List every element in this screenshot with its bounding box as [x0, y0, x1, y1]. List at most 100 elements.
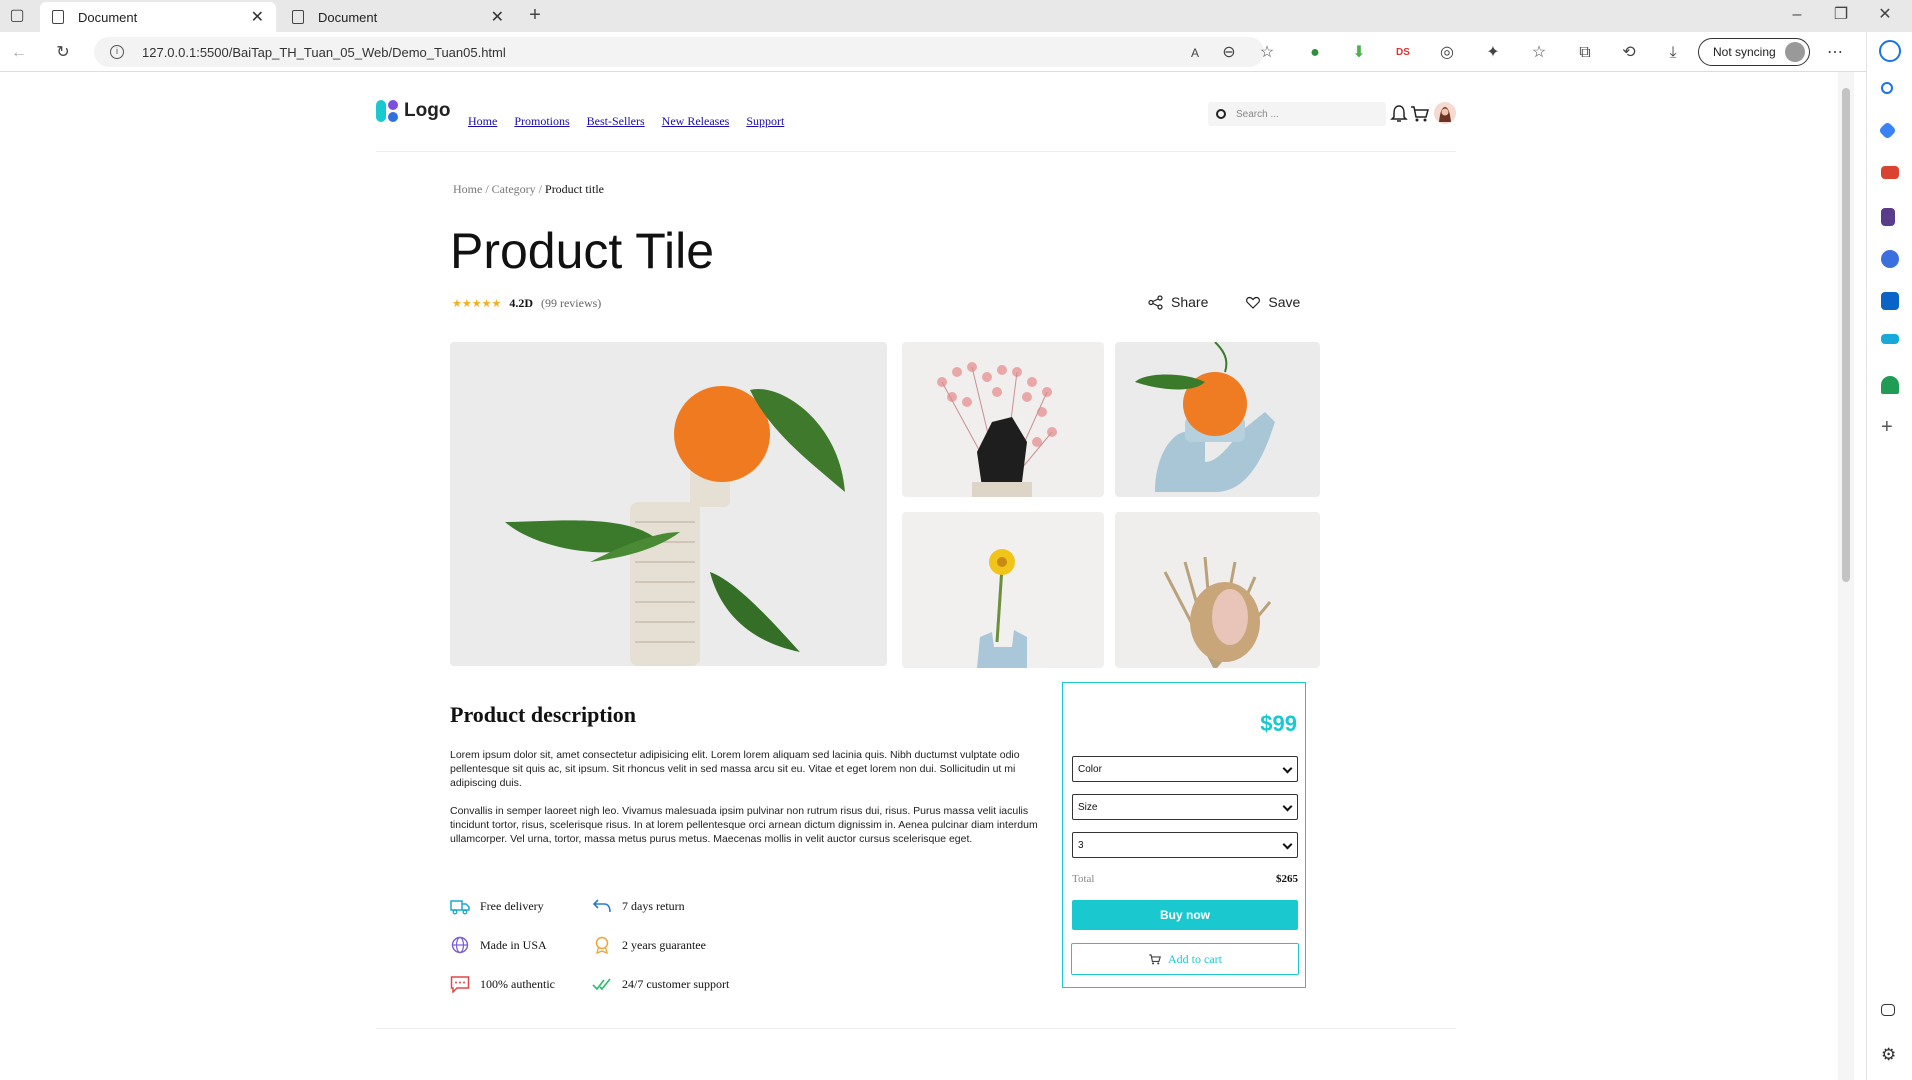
purchase-panel: $99 Color Size 3 Total $265 Buy now Add … [1062, 682, 1306, 988]
page-title: Product Tile [450, 223, 715, 279]
favorite-add-icon[interactable]: ☆ [1258, 44, 1276, 62]
edge-sidebar: + ⚙ [1866, 32, 1912, 1080]
breadcrumb-home[interactable]: Home [453, 182, 482, 196]
share-button[interactable]: Share [1148, 294, 1208, 310]
extensions-icon[interactable]: ✦ [1484, 44, 1502, 62]
feature-label: 7 days return [622, 898, 685, 913]
zoom-out-icon[interactable]: ⊖ [1220, 44, 1238, 62]
site-logo[interactable]: Logo [376, 100, 450, 122]
close-icon[interactable]: ✕ [491, 7, 504, 27]
share-label: Share [1171, 294, 1209, 310]
feature-label: 24/7 customer support [622, 976, 730, 991]
thumbnail-image-2[interactable] [1115, 342, 1320, 497]
main-nav: Home Promotions Best-Sellers New Release… [468, 114, 784, 129]
favorites-icon[interactable]: ☆ [1530, 44, 1548, 62]
tab-title: Document [78, 9, 138, 25]
browser-tab-2[interactable]: Document ✕ [280, 2, 516, 32]
sync-button[interactable]: Not syncing [1698, 38, 1810, 66]
reload-icon[interactable]: ↻ [54, 44, 72, 62]
thumbnail-image-3[interactable] [902, 512, 1104, 668]
search-icon [1216, 109, 1226, 119]
browser-toolbar: ← ↻ i 127.0.0.1:5500/BaiTap_TH_Tuan_05_W… [0, 32, 1912, 72]
bing-icon[interactable] [1879, 40, 1901, 62]
breadcrumb-current: Product title [545, 182, 605, 196]
browser-tab-1[interactable]: Document ✕ [40, 2, 276, 32]
settings-icon[interactable]: ⚙ [1881, 1046, 1899, 1064]
restore-icon[interactable]: ❐ [1832, 6, 1850, 24]
address-bar[interactable]: i 127.0.0.1:5500/BaiTap_TH_Tuan_05_Web/D… [94, 37, 1264, 67]
feature-item: Made in USA [450, 936, 547, 954]
chevron-down-icon [1282, 763, 1293, 774]
feature-label: Made in USA [480, 937, 547, 952]
web-page: Logo Home Promotions Best-Sellers New Re… [0, 72, 1838, 1080]
chat-icon [450, 976, 470, 993]
back-icon[interactable]: ← [10, 44, 28, 62]
more-icon[interactable]: ⋯ [1826, 44, 1844, 62]
collections-icon[interactable]: ⧉ [1576, 44, 1594, 62]
send-icon[interactable] [1881, 334, 1899, 344]
cart-icon[interactable] [1410, 104, 1430, 124]
color-select[interactable]: Color [1072, 756, 1298, 782]
close-icon[interactable]: ✕ [251, 7, 264, 27]
shopping-tag-icon[interactable] [1878, 121, 1897, 140]
tab-title: Document [318, 9, 378, 25]
product-actions: Share Save [1148, 294, 1300, 310]
bell-icon[interactable] [1390, 104, 1408, 124]
history-icon[interactable]: ⟲ [1620, 44, 1638, 62]
url-text: 127.0.0.1:5500/BaiTap_TH_Tuan_05_Web/Dem… [142, 44, 506, 60]
nav-support[interactable]: Support [746, 114, 784, 129]
buy-now-button[interactable]: Buy now [1072, 900, 1298, 930]
page-scrollbar[interactable] [1838, 72, 1854, 1080]
main-product-image[interactable] [450, 342, 887, 666]
size-select[interactable]: Size [1072, 794, 1298, 820]
review-count[interactable]: (99 reviews) [541, 296, 601, 311]
new-tab-icon[interactable]: + [526, 5, 544, 25]
user-avatar[interactable] [1434, 102, 1456, 124]
nav-home[interactable]: Home [468, 114, 497, 129]
color-select-value: Color [1078, 763, 1102, 775]
breadcrumb: Home / Category / Product title [453, 182, 605, 196]
dried-grass-image [1163, 556, 1272, 668]
search-input[interactable]: Search ... [1208, 102, 1386, 126]
copilot-icon[interactable] [1881, 250, 1899, 268]
sidebar-toggle-icon[interactable] [1881, 1004, 1895, 1016]
minimize-icon[interactable]: – [1788, 6, 1806, 24]
extension-badge-icon[interactable]: DS [1394, 44, 1412, 62]
nav-best-sellers[interactable]: Best-Sellers [587, 114, 645, 129]
logo-mark-icon [376, 100, 398, 122]
chevron-down-icon [1282, 801, 1293, 812]
tab-actions-icon[interactable]: ▢ [8, 7, 26, 25]
download-extension-icon[interactable]: ⬇ [1350, 44, 1368, 62]
read-aloud-icon[interactable]: A [1186, 44, 1204, 62]
extension-icon[interactable]: ● [1306, 44, 1324, 62]
info-icon[interactable]: i [110, 45, 124, 59]
nav-new-releases[interactable]: New Releases [662, 114, 730, 129]
scroll-thumb[interactable] [1842, 88, 1850, 582]
rating-score: 4.2D [509, 296, 533, 310]
save-button[interactable]: Save [1246, 294, 1300, 310]
games-icon[interactable] [1881, 208, 1895, 226]
search-icon[interactable] [1881, 82, 1893, 94]
truck-icon [450, 900, 470, 915]
footer-divider [376, 1028, 1456, 1029]
close-window-icon[interactable]: ✕ [1876, 6, 1894, 24]
profile-avatar [1785, 42, 1805, 62]
compass-icon[interactable]: ◎ [1438, 44, 1456, 62]
outlook-icon[interactable] [1881, 292, 1899, 310]
cart-icon [1149, 953, 1161, 964]
nav-promotions[interactable]: Promotions [514, 114, 569, 129]
share-icon [1148, 294, 1163, 310]
thumbnail-image-1[interactable] [902, 342, 1104, 497]
breadcrumb-category[interactable]: Category [492, 182, 536, 196]
add-to-cart-button[interactable]: Add to cart [1071, 943, 1299, 975]
tools-icon[interactable] [1881, 166, 1899, 179]
rating-stars: ★★★★★ [452, 298, 502, 310]
thumbnail-image-4[interactable] [1115, 512, 1320, 668]
add-icon[interactable]: + [1881, 417, 1899, 437]
browser-tab-strip: ▢ Document ✕ Document ✕ + – ❐ ✕ [0, 0, 1912, 32]
feature-label: 2 years guarantee [622, 937, 706, 952]
tree-icon[interactable] [1881, 376, 1899, 394]
feature-label: Free delivery [480, 898, 544, 913]
downloads-icon[interactable]: ⤓ [1664, 44, 1682, 62]
quantity-select[interactable]: 3 [1072, 832, 1298, 858]
